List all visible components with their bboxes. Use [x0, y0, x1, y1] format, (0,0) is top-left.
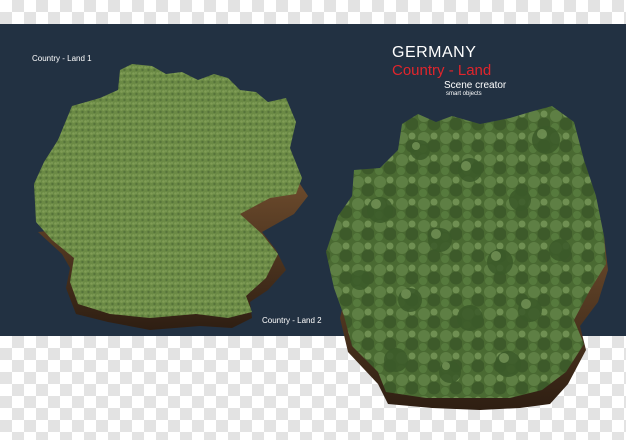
land-1-label: Country - Land 1	[32, 54, 92, 63]
germany-models-illustration	[34, 64, 608, 410]
land-1-grass-model	[34, 64, 308, 330]
land-1-grass-surface	[34, 64, 302, 318]
smart-objects-text: smart objects	[446, 91, 482, 97]
country-title: GERMANY	[392, 44, 477, 61]
scene-creator-text: Scene creator	[444, 80, 507, 91]
land-2-forest-model	[326, 106, 608, 410]
land-2-label: Country - Land 2	[262, 316, 322, 325]
country-land-subtitle: Country - Land	[392, 62, 492, 79]
